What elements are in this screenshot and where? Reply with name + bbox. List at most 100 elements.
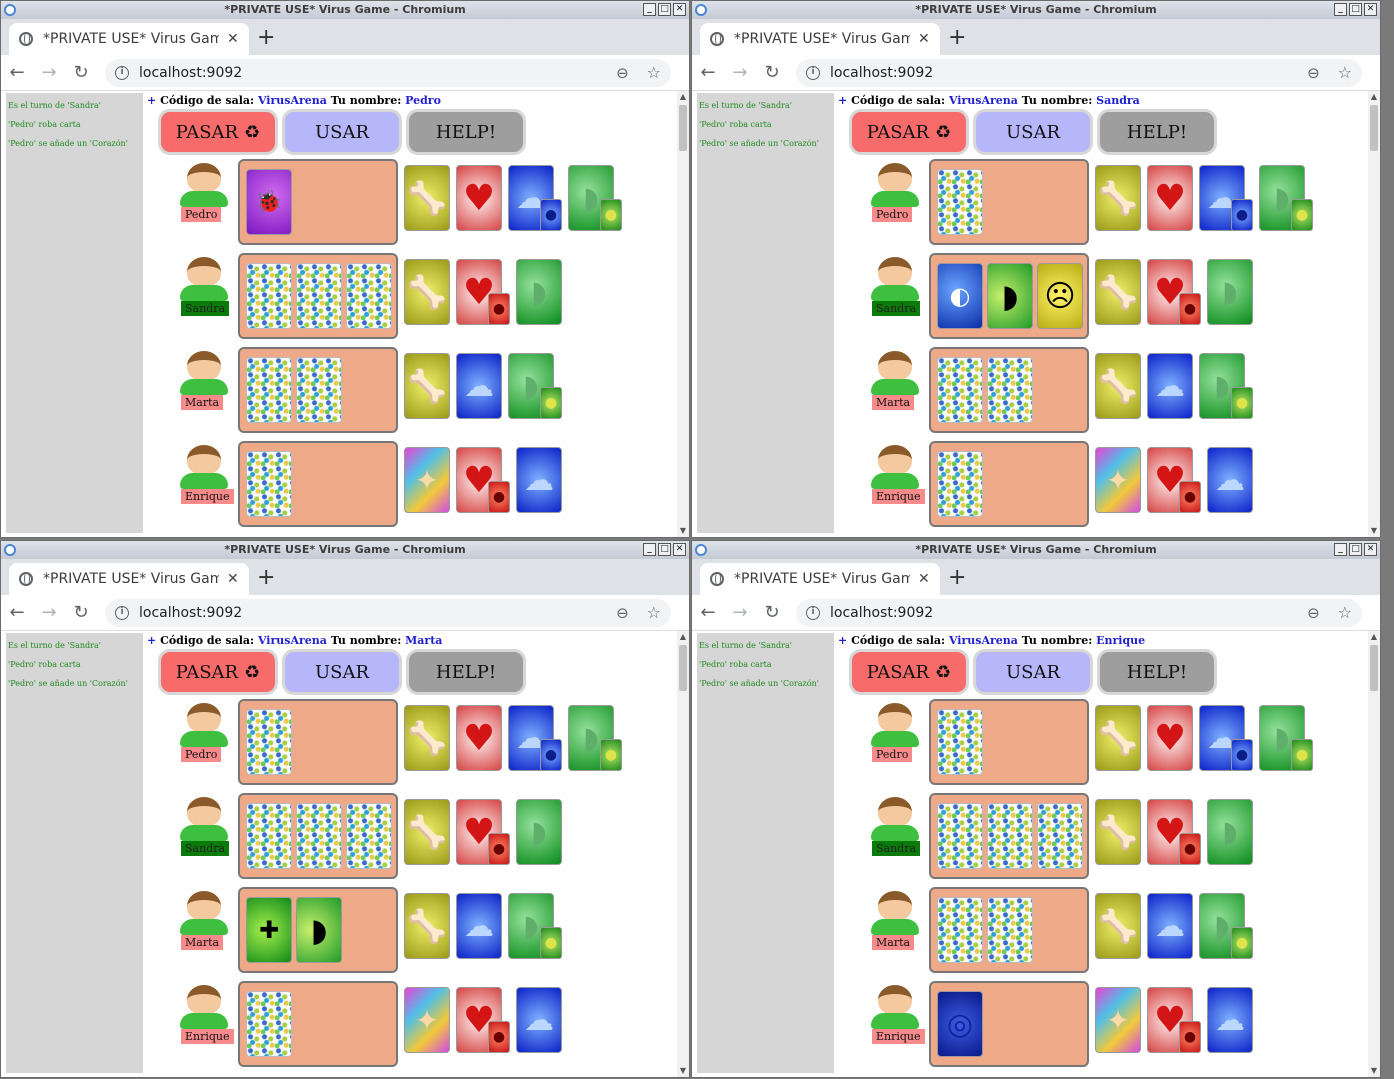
forward-button[interactable]: →: [724, 602, 756, 623]
close-window-button[interactable]: ✕: [1364, 543, 1377, 556]
scroll-thumb[interactable]: [1370, 645, 1378, 691]
green-virus-card[interactable]: ●: [1291, 739, 1313, 771]
new-tab-button[interactable]: +: [257, 25, 275, 50]
wildcard-organ-card[interactable]: ✦: [404, 987, 450, 1053]
card-back[interactable]: [937, 169, 983, 235]
scroll-up-arrow[interactable]: ▲: [1368, 91, 1380, 103]
bone-organ-card[interactable]: 🦴: [404, 165, 450, 231]
red-virus-card[interactable]: ●: [1179, 293, 1201, 325]
green-virus-card[interactable]: ●: [540, 927, 562, 959]
scroll-thumb[interactable]: [1370, 105, 1378, 151]
med-card[interactable]: ◗: [296, 897, 342, 963]
bone-organ-card[interactable]: 🦴: [1095, 893, 1141, 959]
address-bar[interactable]: i localhost:9092 ⊖ ☆: [796, 58, 1362, 87]
blue-virus-card[interactable]: ●: [540, 739, 562, 771]
close-window-button[interactable]: ✕: [673, 543, 686, 556]
card-back[interactable]: [987, 803, 1033, 869]
scroll-down-arrow[interactable]: ▼: [1368, 525, 1380, 537]
scroll-up-arrow[interactable]: ▲: [1368, 631, 1380, 643]
blue-virus-card[interactable]: ●: [1231, 199, 1253, 231]
tab-close-icon[interactable]: ✕: [918, 31, 930, 47]
brain-organ-card[interactable]: ☁: [516, 987, 562, 1053]
card-back[interactable]: [987, 897, 1033, 963]
blue-virus-card[interactable]: ●: [540, 199, 562, 231]
pasar-button[interactable]: PASAR ♻: [849, 109, 969, 155]
red-virus-card[interactable]: ●: [1179, 481, 1201, 513]
scroll-up-arrow[interactable]: ▲: [677, 631, 689, 643]
red-virus-card[interactable]: ●: [1179, 1021, 1201, 1053]
card-back[interactable]: [346, 803, 392, 869]
bone-organ-card[interactable]: 🦴: [404, 353, 450, 419]
usar-button[interactable]: USAR: [973, 649, 1093, 695]
heart-organ-card[interactable]: ♥: [456, 165, 502, 231]
wildcard-organ-card[interactable]: ✦: [1095, 447, 1141, 513]
med-card[interactable]: ◗: [987, 263, 1033, 329]
help-button[interactable]: HELP!: [406, 109, 526, 155]
brain-organ-card[interactable]: ☁: [1207, 447, 1253, 513]
back-button[interactable]: ←: [692, 602, 724, 623]
stomach-organ-card[interactable]: ◗: [1207, 799, 1253, 865]
info-icon[interactable]: i: [806, 605, 820, 620]
heart-organ-card[interactable]: ♥: [1147, 705, 1193, 771]
brain-organ-card[interactable]: ☁: [1147, 353, 1193, 419]
bookmark-star-icon[interactable]: ☆: [647, 63, 661, 82]
card-back[interactable]: [246, 991, 292, 1057]
info-icon[interactable]: i: [115, 65, 129, 80]
tab-close-icon[interactable]: ✕: [918, 571, 930, 587]
usar-button[interactable]: USAR: [282, 649, 402, 695]
forward-button[interactable]: →: [33, 602, 65, 623]
card-back[interactable]: [296, 803, 342, 869]
vertical-scrollbar[interactable]: ▲ ▼: [1368, 631, 1380, 1077]
back-button[interactable]: ←: [1, 602, 33, 623]
brain-organ-card[interactable]: ☁: [1147, 893, 1193, 959]
bone-organ-card[interactable]: 🦴: [1095, 705, 1141, 771]
reload-button[interactable]: ↻: [65, 62, 97, 83]
browser-tab[interactable]: *PRIVATE USE* Virus Game ✕: [700, 563, 940, 595]
usar-button[interactable]: USAR: [282, 109, 402, 155]
vertical-scrollbar[interactable]: ▲ ▼: [677, 631, 689, 1077]
thief-card[interactable]: 🐞: [246, 169, 292, 235]
stomach-organ-card[interactable]: ◗: [516, 259, 562, 325]
heart-organ-card[interactable]: ♥: [1147, 165, 1193, 231]
card-back[interactable]: [937, 897, 983, 963]
maximize-button[interactable]: □: [658, 3, 671, 16]
stomach-organ-card[interactable]: ◗: [516, 799, 562, 865]
expand-toggle[interactable]: +: [147, 634, 156, 647]
stomach-organ-card[interactable]: ◗: [1207, 259, 1253, 325]
bone-organ-card[interactable]: 🦴: [1095, 799, 1141, 865]
scroll-down-arrow[interactable]: ▼: [1368, 1065, 1380, 1077]
zoom-icon[interactable]: ⊖: [616, 64, 629, 82]
card-back[interactable]: [246, 263, 292, 329]
bookmark-star-icon[interactable]: ☆: [647, 603, 661, 622]
pill-card[interactable]: ◐: [937, 263, 983, 329]
scroll-thumb[interactable]: [679, 645, 687, 691]
bone-organ-card[interactable]: 🦴: [1095, 165, 1141, 231]
bone-organ-card[interactable]: 🦴: [404, 799, 450, 865]
help-button[interactable]: HELP!: [1097, 649, 1217, 695]
help-button[interactable]: HELP!: [1097, 109, 1217, 155]
maximize-button[interactable]: □: [658, 543, 671, 556]
browser-tab[interactable]: *PRIVATE USE* Virus Game ✕: [9, 563, 249, 595]
browser-tab[interactable]: *PRIVATE USE* Virus Game ✕: [700, 23, 940, 55]
minimize-button[interactable]: _: [1334, 543, 1347, 556]
green-virus-card[interactable]: ●: [600, 199, 622, 231]
scroll-down-arrow[interactable]: ▼: [677, 525, 689, 537]
card-back[interactable]: [246, 803, 292, 869]
back-button[interactable]: ←: [1, 62, 33, 83]
green-virus-card[interactable]: ●: [540, 387, 562, 419]
green-virus-card[interactable]: ●: [1231, 387, 1253, 419]
tab-close-icon[interactable]: ✕: [227, 31, 239, 47]
card-back[interactable]: [346, 263, 392, 329]
brain-organ-card[interactable]: ☁: [456, 893, 502, 959]
maximize-button[interactable]: □: [1349, 543, 1362, 556]
brain-organ-card[interactable]: ☁: [456, 353, 502, 419]
wildcard-organ-card[interactable]: ✦: [404, 447, 450, 513]
new-tab-button[interactable]: +: [948, 25, 966, 50]
minimize-button[interactable]: _: [643, 543, 656, 556]
scroll-thumb[interactable]: [679, 105, 687, 151]
help-button[interactable]: HELP!: [406, 649, 526, 695]
expand-toggle[interactable]: +: [838, 634, 847, 647]
minimize-button[interactable]: _: [643, 3, 656, 16]
scroll-up-arrow[interactable]: ▲: [677, 91, 689, 103]
close-window-button[interactable]: ✕: [1364, 3, 1377, 16]
